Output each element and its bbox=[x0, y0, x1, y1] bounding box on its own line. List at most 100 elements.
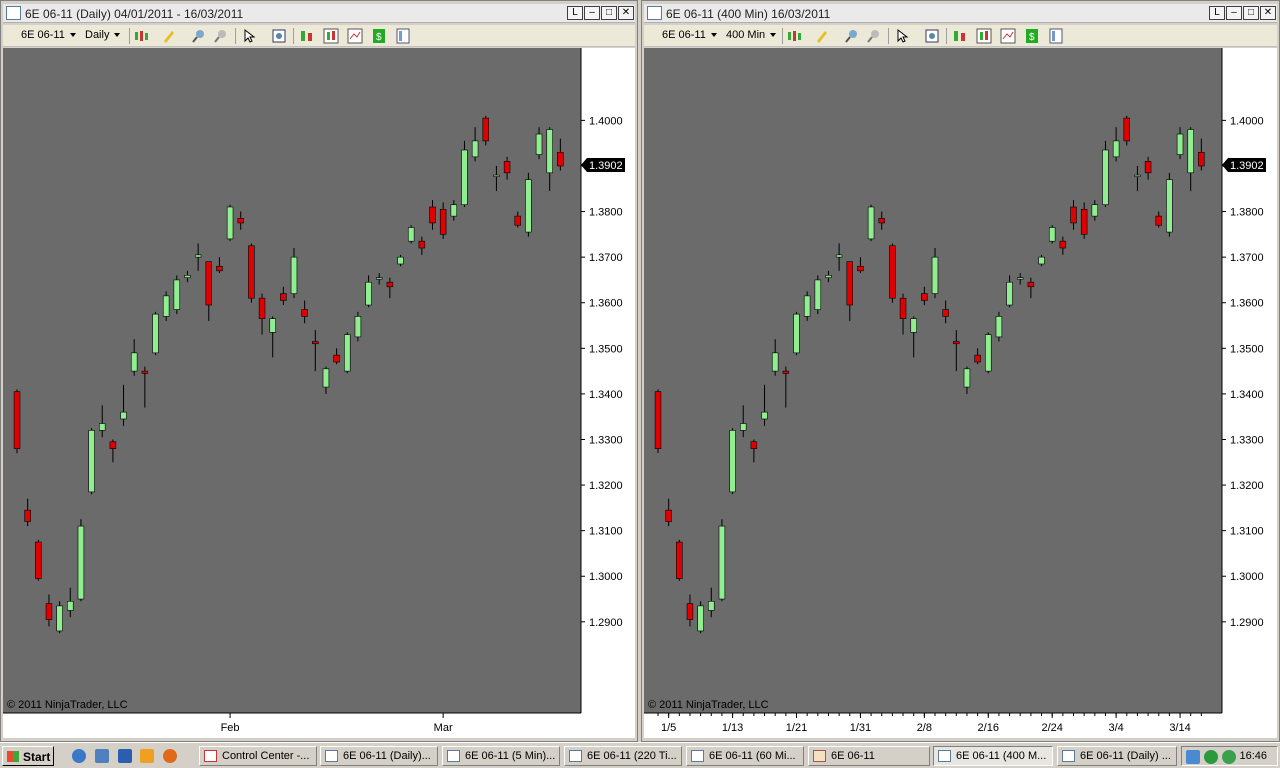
candle-up bbox=[1112, 140, 1120, 158]
maximize-icon[interactable]: □ bbox=[1243, 6, 1259, 20]
maximize-icon[interactable]: □ bbox=[601, 6, 617, 20]
candle-down bbox=[1027, 281, 1035, 288]
properties-icon[interactable] bbox=[395, 28, 411, 44]
candle-up bbox=[354, 316, 362, 338]
chart-trader-icon[interactable]: $ bbox=[1024, 28, 1040, 44]
x-tick-label: 2/8 bbox=[917, 722, 932, 734]
candle-up bbox=[835, 254, 843, 258]
candle-up bbox=[740, 423, 747, 431]
candle-down bbox=[1123, 117, 1130, 142]
link-button[interactable]: L bbox=[1209, 6, 1225, 20]
minimize-icon[interactable]: – bbox=[1226, 6, 1242, 20]
strategies-icon[interactable] bbox=[323, 28, 339, 44]
y-tick-label: 1.3800 bbox=[1230, 207, 1264, 219]
zoom-in-icon[interactable] bbox=[844, 28, 860, 44]
x-tick-label: 1/13 bbox=[722, 722, 743, 734]
candle-down bbox=[1059, 240, 1067, 249]
taskbar-button-control-center[interactable]: Control Center -... bbox=[199, 746, 317, 766]
toolbar-separator bbox=[888, 28, 889, 44]
candle-up bbox=[226, 206, 234, 240]
candle-down bbox=[141, 370, 149, 374]
taskbar-button-chart-daily[interactable]: 6E 06-11 (Daily)... bbox=[320, 746, 438, 766]
data-series-icon[interactable] bbox=[299, 28, 315, 44]
security-icon[interactable] bbox=[1204, 750, 1218, 764]
last-price-label: 1.3902 bbox=[589, 160, 623, 172]
candle-up bbox=[99, 423, 106, 431]
taskbar-button-chart-daily-2[interactable]: 6E 06-11 (Daily) ... bbox=[1057, 746, 1177, 766]
toolbar-separator bbox=[946, 28, 947, 44]
interval-selector[interactable]: 400 Min bbox=[726, 29, 776, 41]
candle-up bbox=[525, 179, 532, 233]
taskbar-button-dom[interactable]: 6E 06-11 bbox=[808, 746, 930, 766]
candle-up bbox=[365, 281, 372, 306]
taskbar-button-chart-220tick[interactable]: 6E 06-11 (220 Ti... bbox=[564, 746, 682, 766]
close-icon[interactable]: ✕ bbox=[618, 6, 634, 20]
drawing-tools-icon[interactable] bbox=[814, 28, 830, 44]
candle-up bbox=[397, 256, 404, 265]
candle-up bbox=[697, 605, 704, 632]
snapshot-icon[interactable] bbox=[924, 28, 940, 44]
link-button[interactable]: L bbox=[567, 6, 583, 20]
taskbar-button-chart-5min[interactable]: 6E 06-11 (5 Min)... bbox=[442, 746, 560, 766]
candle-up bbox=[1134, 174, 1141, 177]
chart-trader-icon[interactable]: $ bbox=[371, 28, 387, 44]
network-icon[interactable] bbox=[1186, 750, 1200, 764]
bar-type-icon[interactable] bbox=[133, 28, 149, 44]
snapshot-icon[interactable] bbox=[271, 28, 287, 44]
indicators-icon[interactable] bbox=[347, 28, 363, 44]
taskbar-button-chart-400min[interactable]: 6E 06-11 (400 M... bbox=[933, 746, 1053, 766]
show-desktop-icon[interactable] bbox=[95, 749, 109, 763]
zoom-out-icon[interactable] bbox=[213, 28, 229, 44]
candle-down bbox=[386, 281, 394, 288]
chart-panel[interactable]: 1.40001.39001.38001.37001.36001.35001.34… bbox=[644, 48, 1277, 738]
candle-up bbox=[1091, 204, 1099, 217]
pointer-icon[interactable] bbox=[894, 28, 910, 44]
strategies-icon[interactable] bbox=[976, 28, 992, 44]
start-button[interactable]: Start bbox=[2, 746, 54, 766]
y-tick-label: 1.3400 bbox=[589, 389, 623, 401]
interval-selector[interactable]: Daily bbox=[85, 29, 120, 41]
candle-down bbox=[333, 354, 340, 363]
instrument-selector[interactable]: 6E 06-11 bbox=[662, 29, 717, 41]
zoom-in-icon[interactable] bbox=[191, 28, 207, 44]
chart-icon bbox=[447, 750, 460, 762]
antivirus-icon[interactable] bbox=[1222, 750, 1236, 764]
close-icon[interactable]: ✕ bbox=[1260, 6, 1276, 20]
candle-up bbox=[1048, 227, 1056, 242]
chart-panel[interactable]: 1.40001.39001.38001.37001.36001.35001.34… bbox=[3, 48, 635, 738]
candle-down bbox=[248, 245, 255, 299]
price-chart[interactable]: 1.40001.39001.38001.37001.36001.35001.34… bbox=[644, 48, 1277, 738]
properties-icon[interactable] bbox=[1048, 28, 1064, 44]
candle-down bbox=[942, 309, 949, 317]
candle-up bbox=[450, 204, 458, 217]
folder-icon[interactable] bbox=[118, 749, 132, 763]
drawing-tools-icon[interactable] bbox=[161, 28, 177, 44]
x-tick-label: 1/5 bbox=[661, 722, 676, 734]
candle-up bbox=[1006, 281, 1013, 306]
media-player-icon[interactable] bbox=[140, 749, 154, 763]
instrument-selector[interactable]: 6E 06-11 bbox=[21, 29, 76, 41]
taskbar-button-chart-60min[interactable]: 6E 06-11 (60 Mi... bbox=[686, 746, 804, 766]
price-chart[interactable]: 1.40001.39001.38001.37001.36001.35001.34… bbox=[3, 48, 635, 738]
y-tick-label: 1.3500 bbox=[589, 343, 623, 355]
indicators-icon[interactable] bbox=[1000, 28, 1016, 44]
candle-up bbox=[344, 334, 351, 372]
candle-up bbox=[269, 318, 276, 333]
chart-window-400min: 6E 06-11 (400 Min) 16/03/2011 L – □ ✕ 6E… bbox=[641, 0, 1280, 742]
minimize-icon[interactable]: – bbox=[584, 6, 600, 20]
x-tick-label: 2/16 bbox=[978, 722, 999, 734]
candle-up bbox=[814, 279, 822, 310]
internet-explorer-icon[interactable] bbox=[72, 749, 86, 763]
candle-down bbox=[35, 541, 42, 579]
candle-up bbox=[376, 277, 383, 280]
pointer-icon[interactable] bbox=[241, 28, 257, 44]
toolbar-separator bbox=[235, 28, 236, 44]
zoom-out-icon[interactable] bbox=[866, 28, 882, 44]
title-bar[interactable]: 6E 06-11 (400 Min) 16/03/2011 L – □ ✕ bbox=[644, 4, 1277, 23]
title-bar[interactable]: 6E 06-11 (Daily) 04/01/2011 - 16/03/2011… bbox=[3, 4, 635, 23]
data-series-icon[interactable] bbox=[952, 28, 968, 44]
bar-type-icon[interactable] bbox=[786, 28, 802, 44]
candle-down bbox=[482, 117, 489, 142]
candle-down bbox=[280, 293, 287, 301]
firefox-icon[interactable] bbox=[163, 749, 177, 763]
